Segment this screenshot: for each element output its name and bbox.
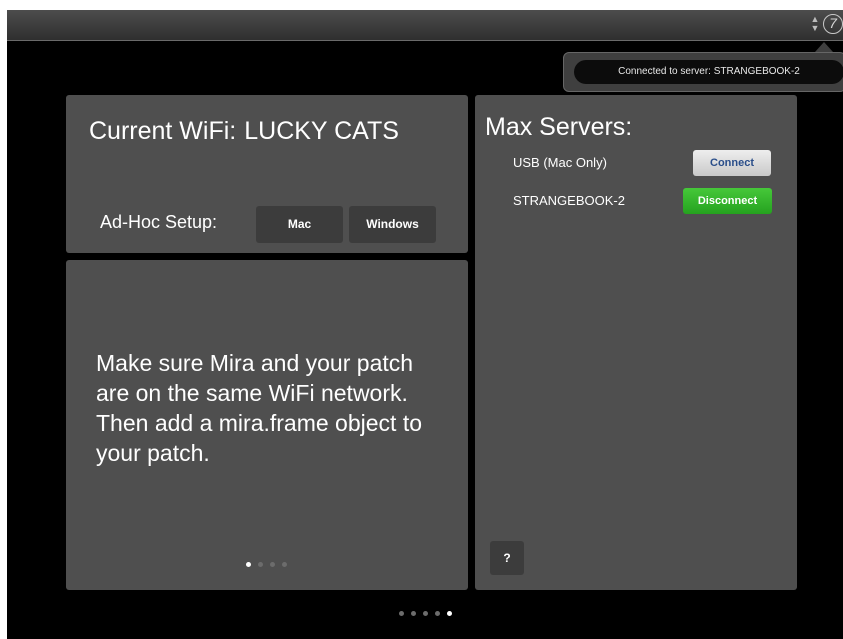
popover-arrow: [815, 42, 833, 52]
connection-status-text: Connected to server: STRANGEBOOK-2: [574, 60, 843, 84]
main-page-indicator[interactable]: [399, 611, 452, 616]
server-name-strangebook: STRANGEBOOK-2: [513, 193, 625, 208]
instructions-text: Make sure Mira and your patch are on the…: [96, 350, 422, 466]
page-dot[interactable]: [411, 611, 416, 616]
wifi-network-name: LUCKY CATS: [244, 117, 399, 145]
help-button[interactable]: ?: [490, 541, 524, 575]
instructions-page-indicator[interactable]: [246, 562, 287, 567]
max-servers-panel: Max Servers: USB (Mac Only) Connect STRA…: [475, 95, 797, 590]
adhoc-mac-button[interactable]: Mac: [256, 206, 343, 243]
current-wifi-label: Current WiFi:: [89, 117, 237, 145]
disconnect-button[interactable]: Disconnect: [683, 188, 772, 214]
page-dot[interactable]: [399, 611, 404, 616]
top-toolbar: ▲ ▼ 7: [7, 10, 843, 41]
mira-logo-icon[interactable]: 7: [823, 14, 843, 34]
adhoc-windows-button[interactable]: Windows: [349, 206, 436, 243]
connect-button[interactable]: Connect: [693, 150, 771, 176]
page-dot[interactable]: [282, 562, 287, 567]
instructions-panel: Make sure Mira and your patch are on the…: [66, 260, 468, 590]
app-screen: ▲ ▼ 7 Connected to server: STRANGEBOOK-2 …: [7, 10, 843, 639]
page-dot[interactable]: [423, 611, 428, 616]
server-name-usb: USB (Mac Only): [513, 155, 607, 170]
page-dot[interactable]: [270, 562, 275, 567]
adhoc-setup-label: Ad-Hoc Setup:: [100, 212, 218, 232]
sort-arrows-icon[interactable]: ▲ ▼: [810, 15, 820, 35]
max-servers-title: Max Servers:: [485, 113, 633, 141]
page-dot[interactable]: [246, 562, 251, 567]
current-wifi-heading: Current WiFi: LUCKY CATS: [89, 117, 399, 146]
connection-status-popover: Connected to server: STRANGEBOOK-2: [563, 52, 843, 92]
page-dot[interactable]: [435, 611, 440, 616]
wifi-panel: Current WiFi: LUCKY CATS Ad-Hoc Setup: Ma…: [66, 95, 468, 253]
page-dot[interactable]: [258, 562, 263, 567]
page-dot[interactable]: [447, 611, 452, 616]
